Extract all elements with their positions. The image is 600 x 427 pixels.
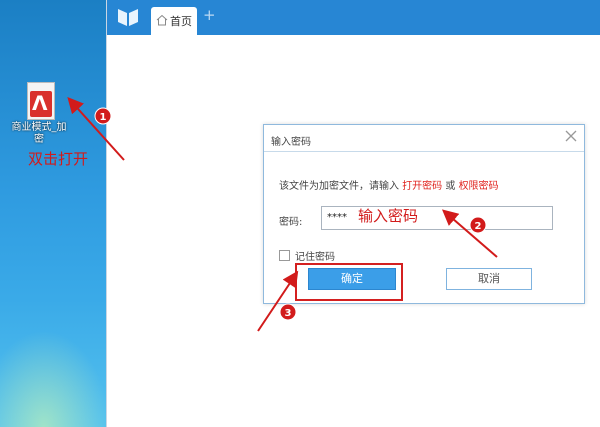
svg-text:3: 3 [285, 308, 292, 319]
step-badge-3: 3 [279, 303, 297, 321]
step-badge-2: 2 [469, 216, 487, 234]
arrow-step-1 [67, 97, 125, 161]
step-badge-1: 1 [94, 107, 112, 125]
svg-text:2: 2 [475, 221, 482, 232]
annotation-overlay: 1 2 3 [67, 97, 498, 332]
svg-text:1: 1 [100, 112, 107, 123]
arrow-step-2 [441, 209, 498, 258]
arrow-step-3 [257, 270, 299, 332]
